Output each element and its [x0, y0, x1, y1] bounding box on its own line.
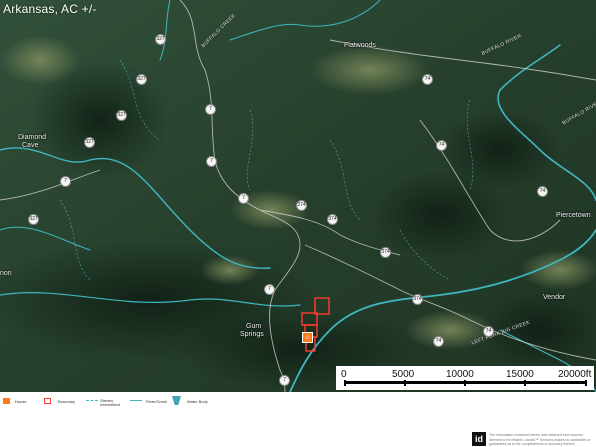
route-shield: 7 — [279, 375, 290, 386]
route-shield: 74 — [433, 336, 444, 347]
legend-river: River/Creek — [146, 399, 168, 404]
route-shield: 7 — [264, 284, 275, 295]
place-label-diamond: Diamond — [18, 134, 47, 141]
route-shield: 327 — [136, 74, 147, 85]
place-label-piercetown: Piercetown — [556, 212, 591, 219]
place-label-cave: Cave — [22, 142, 39, 149]
satellite-map[interactable]: Arkansas, AC +/- Flatwoods Diamond Cave … — [0, 0, 596, 392]
route-shield: 7 — [205, 104, 216, 115]
map-title: Arkansas, AC +/- — [3, 2, 97, 16]
disclaimer-text: The information contained herein was obt… — [489, 433, 591, 446]
route-shield: 74 — [422, 74, 433, 85]
route-shield: 7 — [238, 193, 249, 204]
legend-stream: Stream, Intermittent — [100, 398, 121, 407]
route-shield: 327 — [155, 34, 166, 45]
house-legend-icon — [3, 398, 10, 404]
scale-bar: 0 5000 10000 15000 20000ft — [336, 366, 594, 390]
legend-water-body: Water Body — [187, 399, 208, 404]
map-legend: House Boundary Stream, Intermittent Rive… — [0, 392, 596, 416]
scale-label: 15000 — [506, 369, 534, 380]
legend-boundary: Boundary — [58, 399, 76, 404]
route-shield: 374 — [380, 247, 391, 258]
route-shield: 327 — [84, 137, 95, 148]
boundary-legend-icon — [44, 398, 51, 404]
route-shield: 374 — [412, 294, 423, 305]
route-shield: 74 — [436, 140, 447, 151]
route-shield: 74 — [483, 326, 494, 337]
place-label-non: non — [0, 270, 12, 277]
route-shield: 374 — [296, 200, 307, 211]
route-shield: 374 — [327, 214, 338, 225]
scale-label: 20000ft — [558, 369, 592, 380]
landid-logo: id — [472, 432, 486, 446]
scale-ruler — [344, 380, 587, 386]
house-marker-icon[interactable]: ⌂ — [302, 332, 313, 343]
river-legend-icon — [130, 400, 142, 401]
scale-label: 10000 — [446, 369, 474, 380]
route-shield: 7 — [60, 176, 71, 187]
place-label-springs: Springs — [240, 331, 264, 338]
route-shield: 7 — [206, 156, 217, 167]
place-label-vendor: Vendor — [543, 294, 566, 301]
route-shield: 327 — [116, 110, 127, 121]
route-shield: 74 — [537, 186, 548, 197]
route-shield: 327 — [28, 214, 39, 225]
legend-house: House — [15, 399, 27, 404]
place-label-flatwoods: Flatwoods — [344, 42, 376, 49]
scale-label: 0 — [341, 369, 347, 380]
stream-legend-icon — [86, 400, 98, 401]
water-body-legend-icon — [172, 396, 181, 405]
scale-label: 5000 — [392, 369, 415, 380]
place-label-gum: Gum — [246, 323, 262, 330]
